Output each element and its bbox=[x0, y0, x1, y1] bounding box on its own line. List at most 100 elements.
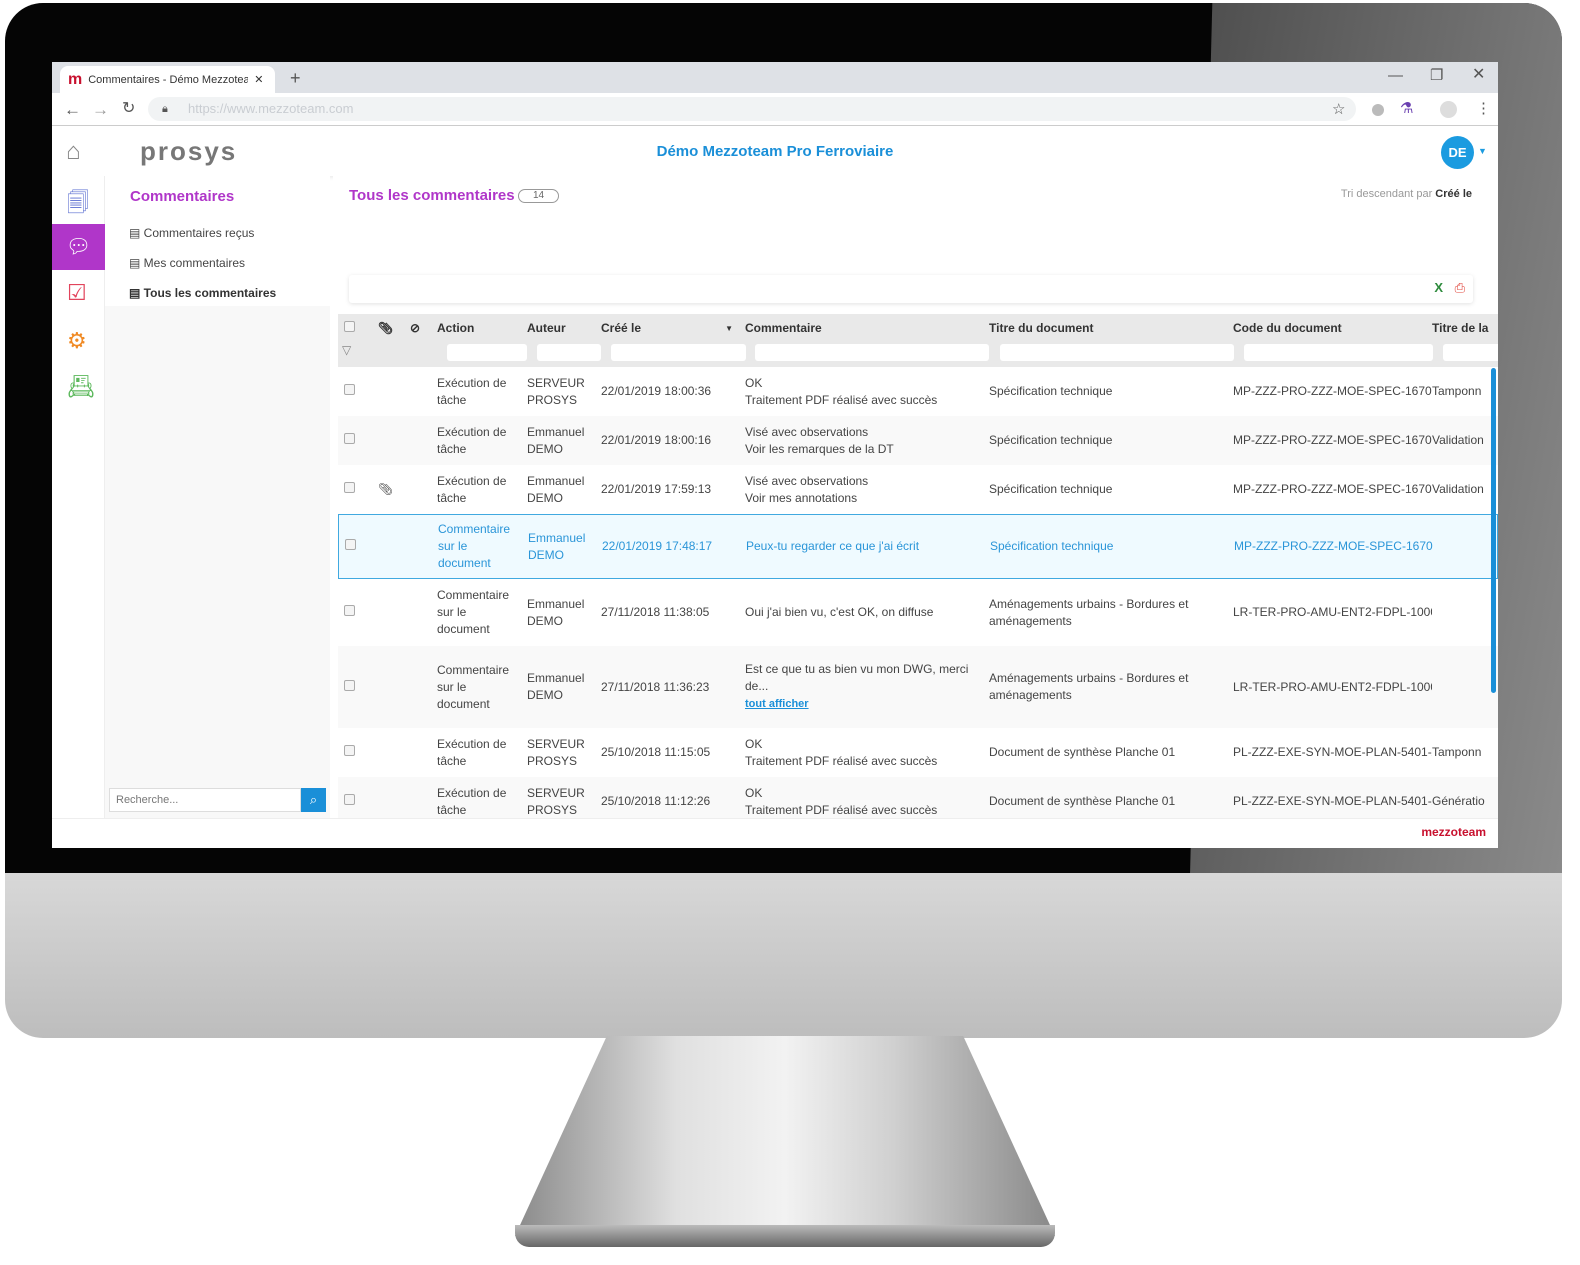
cell-doc-title: Spécification technique bbox=[989, 433, 1113, 447]
column-filter-input[interactable] bbox=[1000, 344, 1234, 361]
cell-doc-title: Spécification technique bbox=[990, 539, 1114, 553]
user-avatar[interactable]: DE bbox=[1441, 136, 1474, 169]
row-checkbox[interactable] bbox=[344, 745, 355, 756]
nav-item-all[interactable]: ▤ Tous les commentaires bbox=[129, 286, 276, 300]
cell-comment: Est ce que tu as bien vu mon DWG, merci … bbox=[745, 661, 989, 713]
cell-action: Exécution de tâche bbox=[437, 785, 507, 817]
forward-icon[interactable]: → bbox=[92, 101, 109, 118]
column-filter-input[interactable] bbox=[447, 344, 527, 361]
cell-date: 27/11/2018 11:38:05 bbox=[601, 605, 710, 619]
column-filter-input[interactable] bbox=[537, 344, 601, 361]
cell-doc-code: MP-ZZZ-PRO-ZZZ-MOE-SPEC-16700- bbox=[1233, 482, 1432, 496]
minimize-icon[interactable]: — bbox=[1388, 68, 1403, 83]
comment-text: Oui j'ai bien vu, c'est OK, on diffuse bbox=[745, 605, 934, 619]
cell-doc-title: Aménagements urbains - Bordures et aména… bbox=[989, 596, 1189, 628]
bookmark-star-icon[interactable]: ☆ bbox=[1332, 102, 1345, 117]
cell-date: 22/01/2019 17:48:17 bbox=[602, 539, 713, 553]
column-comment[interactable]: Commentaire bbox=[745, 320, 989, 337]
cell-author: Emmanuel DEMO bbox=[527, 596, 585, 628]
cell-doc-title: Aménagements urbains - Bordures et aména… bbox=[989, 671, 1189, 702]
column-created-label: Créé le bbox=[601, 321, 642, 335]
nav-item-mine[interactable]: ▤ Mes commentaires bbox=[129, 256, 245, 270]
table-row[interactable]: Commentaire sur le document Emmanuel DEM… bbox=[338, 646, 1498, 728]
column-filter-input[interactable] bbox=[1443, 344, 1498, 361]
column-action[interactable]: Action bbox=[437, 320, 527, 337]
monitor-chin bbox=[5, 873, 1562, 1038]
cell-comment: OK Traitement PDF réalisé avec succès bbox=[745, 736, 989, 770]
comment-text: Est ce que tu as bien vu mon DWG, merci … bbox=[745, 662, 969, 693]
contacts-icon[interactable]: 📇︎ bbox=[67, 374, 95, 400]
app-title: Démo Mezzoteam Pro Ferroviaire bbox=[656, 143, 894, 160]
cell-title2: Tamponn bbox=[1432, 384, 1482, 398]
column-doc-title[interactable]: Titre du document bbox=[989, 320, 1233, 337]
main-content: Tous les commentaires 14 Tri descendant … bbox=[333, 176, 1498, 818]
cell-action: Commentaire sur le document bbox=[438, 522, 511, 570]
chevron-down-icon[interactable]: ▼ bbox=[1478, 146, 1487, 156]
cell-doc-code: MP-ZZZ-PRO-ZZZ-MOE-SPEC-16700- bbox=[1233, 433, 1432, 447]
footer: mezzoteam bbox=[52, 818, 1498, 848]
browser-tab-bar: m Commentaires - Démo Mezzoteam ✕ + — ❐ … bbox=[52, 62, 1498, 93]
show-all-link[interactable]: tout afficher bbox=[745, 698, 809, 710]
table-row[interactable]: Exécution de tâche Emmanuel DEMO 22/01/2… bbox=[338, 416, 1498, 465]
table-row[interactable]: 📎︎ Exécution de tâche Emmanuel DEMO 22/0… bbox=[338, 465, 1498, 514]
column-author[interactable]: Auteur bbox=[527, 320, 601, 337]
attachment-icon[interactable]: 📎︎ bbox=[378, 481, 410, 498]
cell-author: Emmanuel DEMO bbox=[527, 473, 585, 505]
nav-item-label: Mes commentaires bbox=[143, 256, 246, 270]
vertical-scrollbar[interactable] bbox=[1491, 368, 1496, 693]
cell-author: Emmanuel DEMO bbox=[527, 671, 585, 702]
back-icon[interactable]: ← bbox=[64, 101, 81, 118]
search-button[interactable]: ⌕ bbox=[301, 788, 326, 812]
reload-icon[interactable]: ↻ bbox=[122, 101, 135, 117]
extension-icon[interactable] bbox=[1372, 104, 1384, 116]
cell-date: 22/01/2019 17:59:13 bbox=[601, 482, 712, 496]
column-title2[interactable]: Titre de la bbox=[1432, 320, 1498, 337]
close-tab-icon[interactable]: ✕ bbox=[254, 73, 263, 86]
filter-icon[interactable]: ▽ bbox=[342, 343, 351, 357]
table-row[interactable]: Commentaire sur le document Emmanuel DEM… bbox=[338, 579, 1498, 646]
documents-icon[interactable]: 🗐︎ bbox=[67, 186, 89, 224]
cell-author: Emmanuel DEMO bbox=[528, 530, 586, 562]
lab-extension-icon[interactable]: ⚗ bbox=[1400, 101, 1413, 116]
row-checkbox[interactable] bbox=[344, 794, 355, 805]
search-input[interactable] bbox=[109, 788, 301, 812]
menu-dots-icon[interactable]: ⋮ bbox=[1476, 101, 1491, 116]
select-all-checkbox[interactable] bbox=[344, 321, 355, 332]
row-checkbox[interactable] bbox=[344, 679, 355, 691]
comment-text: OK Traitement PDF réalisé avec succès bbox=[745, 785, 938, 817]
nav-item-received[interactable]: ▤ Commentaires reçus bbox=[129, 226, 254, 240]
row-checkbox[interactable] bbox=[344, 433, 355, 444]
column-doc-code[interactable]: Code du document bbox=[1233, 320, 1432, 337]
column-filter-input[interactable] bbox=[611, 344, 746, 361]
comment-text: Peux-tu regarder ce que j'ai écrit bbox=[746, 539, 920, 553]
table-row[interactable]: Exécution de tâche SERVEUR PROSYS 25/10/… bbox=[338, 777, 1498, 818]
row-checkbox[interactable] bbox=[344, 605, 355, 616]
close-window-icon[interactable]: ✕ bbox=[1472, 67, 1485, 83]
cell-title2: Validation bbox=[1432, 433, 1484, 447]
row-checkbox[interactable] bbox=[345, 539, 356, 550]
column-filter-input[interactable] bbox=[1244, 344, 1433, 361]
lock-icon: 🔒︎ bbox=[162, 103, 168, 115]
settings-gears-icon[interactable]: ⚙ bbox=[67, 328, 87, 354]
tasks-icon[interactable]: ☑ bbox=[67, 280, 87, 306]
cell-doc-title: Spécification technique bbox=[989, 482, 1113, 496]
table-row[interactable]: Exécution de tâche SERVEUR PROSYS 22/01/… bbox=[338, 367, 1498, 416]
column-created[interactable]: Créé le ▼ bbox=[601, 320, 745, 337]
cell-date: 22/01/2019 18:00:36 bbox=[601, 384, 712, 398]
comments-table: 📎︎ ⊘ Action Auteur Créé le ▼ Commentaire … bbox=[333, 176, 1498, 818]
profile-icon[interactable] bbox=[1440, 101, 1457, 118]
column-filter-input[interactable] bbox=[755, 344, 989, 361]
cell-title2: Validation bbox=[1432, 482, 1484, 496]
table-row[interactable]: Commentaire sur le document Emmanuel DEM… bbox=[338, 514, 1498, 579]
comments-icon[interactable]: 💬︎ bbox=[52, 224, 105, 270]
cell-doc-code: PL-ZZZ-EXE-SYN-MOE-PLAN-5401-A0 bbox=[1233, 745, 1432, 759]
browser-tab[interactable]: m Commentaires - Démo Mezzoteam ✕ bbox=[60, 66, 275, 93]
nav-item-label: Commentaires reçus bbox=[143, 226, 255, 240]
restore-icon[interactable]: ❐ bbox=[1430, 68, 1443, 83]
table-row[interactable]: Exécution de tâche SERVEUR PROSYS 25/10/… bbox=[338, 728, 1498, 777]
row-checkbox[interactable] bbox=[344, 482, 355, 493]
new-tab-icon[interactable]: + bbox=[290, 69, 301, 87]
url-input[interactable]: 🔒︎ https://www.mezzoteam.com bbox=[148, 97, 1356, 121]
tab-title: Commentaires - Démo Mezzoteam bbox=[88, 73, 249, 86]
row-checkbox[interactable] bbox=[344, 384, 355, 395]
